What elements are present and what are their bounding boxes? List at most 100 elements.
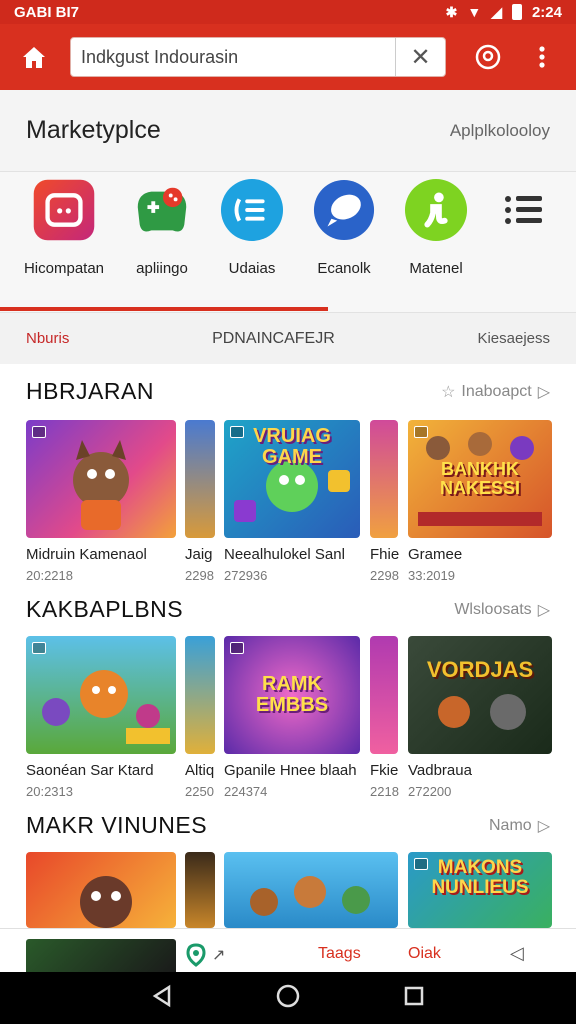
- game-meta: 2250: [185, 784, 214, 799]
- clear-search-button[interactable]: ✕: [395, 38, 445, 76]
- chevron-right-icon: ▷: [537, 384, 550, 401]
- game-tile[interactable]: VRUIAG GAME: [224, 420, 360, 538]
- category-row: Hicompatan apliingo Udaias Ecanolk Maten…: [0, 172, 576, 312]
- game-art-image: [250, 876, 370, 916]
- home-nav-button[interactable]: [275, 983, 301, 1014]
- game-tile[interactable]: [370, 636, 398, 754]
- category-selected-indicator: [0, 307, 328, 311]
- category-item-2[interactable]: apliingo: [114, 178, 210, 277]
- tab-left[interactable]: Nburis: [26, 330, 69, 347]
- game-tile[interactable]: RAMK EMBBS: [224, 636, 360, 754]
- game-tile[interactable]: BANKHK NAKESSI: [408, 420, 552, 538]
- overflow-menu-button[interactable]: [520, 35, 564, 79]
- badge-icon: [32, 642, 46, 654]
- game-art-title: MAKONS NUNLIEUS: [431, 857, 529, 898]
- status-bar: GABI BI7 ✱ ▼ ◢ 2:24: [0, 0, 576, 24]
- game-title: Gpanile Hnee blaah: [224, 762, 357, 779]
- game-tile[interactable]: [26, 852, 176, 928]
- page-title: Marketyplce: [26, 116, 161, 144]
- game-tile[interactable]: [185, 420, 215, 538]
- gamepad-icon: [130, 178, 194, 242]
- send-icon[interactable]: ↗: [212, 945, 225, 965]
- game-title: Fkie: [370, 762, 399, 779]
- bluetooth-icon: ✱: [445, 3, 458, 20]
- game-title: Fhie: [370, 546, 400, 563]
- grid-app-icon: [32, 178, 96, 242]
- search-input[interactable]: [71, 38, 395, 76]
- close-icon: ✕: [410, 43, 431, 71]
- category-item-1[interactable]: Hicompatan: [16, 178, 112, 277]
- game-title: Neealhulokel Sanl: [224, 546, 345, 563]
- info-icon: [404, 178, 468, 242]
- search-box: ✕: [70, 37, 446, 77]
- category-label: apliingo: [136, 260, 188, 277]
- game-tile[interactable]: [26, 939, 176, 973]
- game-title: Gramee: [408, 546, 463, 563]
- back-nav-button[interactable]: [151, 984, 173, 1013]
- game-tile[interactable]: [185, 852, 215, 928]
- category-label: Matenel: [409, 260, 463, 277]
- chevron-right-icon: ▷: [537, 602, 550, 619]
- marketplace-link[interactable]: Aplplkolooloy: [450, 121, 550, 141]
- section-title: MAKR VINUNES: [26, 812, 208, 838]
- status-right: ✱ ▼ ◢ 2:24: [446, 4, 562, 21]
- game-art-image: [438, 694, 526, 730]
- badge-icon: [32, 426, 46, 438]
- star-icon: ☆: [441, 384, 456, 401]
- game-tile[interactable]: VORDJAS: [408, 636, 552, 754]
- home-circle-icon: [276, 984, 300, 1007]
- home-icon: [23, 47, 45, 68]
- share-icon[interactable]: ◁: [510, 943, 524, 964]
- game-meta: 224374: [224, 784, 268, 799]
- game-art-title: VRUIAG GAME: [253, 425, 331, 468]
- recents-nav-button[interactable]: [403, 985, 425, 1012]
- game-art-title: VORDJAS: [426, 657, 534, 682]
- tab-right[interactable]: Kiesaejess: [477, 330, 550, 347]
- category-label: Udaias: [228, 260, 276, 277]
- section-see-more-link[interactable]: Namo ▷: [489, 816, 550, 836]
- category-more-button[interactable]: [476, 178, 572, 242]
- bottom-nav: ↗ Taags Oiak ◁: [0, 928, 576, 973]
- game-tile[interactable]: [26, 420, 176, 538]
- section-see-more-link[interactable]: ☆ Inaboapct ▷: [441, 382, 550, 402]
- back-icon: [152, 984, 171, 1007]
- battery-icon: [511, 4, 522, 20]
- game-title: Midruin Kamenaol: [26, 546, 147, 563]
- game-meta: 20:2313: [26, 784, 73, 799]
- section-see-more-link[interactable]: Wlsloosats ▷: [454, 600, 550, 620]
- game-tile[interactable]: MAKONS NUNLIEUS: [408, 852, 552, 928]
- home-button[interactable]: [12, 35, 56, 79]
- system-nav-bar: [0, 972, 576, 1024]
- game-title: Saonéan Sar Ktard: [26, 762, 154, 779]
- category-item-5[interactable]: Matenel: [388, 178, 484, 277]
- more-vert-icon: [539, 46, 545, 68]
- sub-tabs: Nburis PDNAINCAFEJR Kiesaejess: [0, 312, 576, 364]
- game-art-image: [73, 440, 129, 530]
- game-tile[interactable]: [370, 420, 398, 538]
- category-item-4[interactable]: Ecanolk: [296, 178, 392, 277]
- game-section-2: KAKBAPLBNS Wlsloosats ▷ RAMK EMBBS VORDJ…: [0, 596, 576, 806]
- status-left-text: GABI BI7: [14, 3, 80, 21]
- chat-bubble-icon: [312, 178, 376, 242]
- game-meta: 20:2218: [26, 568, 73, 583]
- badge-icon: [230, 642, 244, 654]
- section-title: HBRJARAN: [26, 378, 154, 404]
- game-tile[interactable]: [185, 636, 215, 754]
- account-circle-icon: [475, 44, 501, 70]
- account-button[interactable]: [466, 35, 510, 79]
- more-menu-icon: [492, 178, 556, 242]
- tab-center[interactable]: PDNAINCAFEJR: [212, 330, 335, 348]
- game-art-title: RAMK EMBBS: [255, 673, 329, 716]
- game-meta: 2218: [370, 784, 399, 799]
- category-item-3[interactable]: Udaias: [204, 178, 300, 277]
- list-app-icon: [220, 178, 284, 242]
- nav-tab-oiak[interactable]: Oiak: [408, 945, 441, 963]
- game-tile[interactable]: [26, 636, 176, 754]
- nav-tab-tags[interactable]: Taags: [318, 945, 361, 963]
- chevron-right-icon: ▷: [537, 818, 550, 835]
- game-section-1: HBRJARAN ☆ Inaboapct ▷ VRUIAG GAME BANKH…: [0, 378, 576, 588]
- game-tile[interactable]: [224, 852, 398, 928]
- game-art-image: [42, 670, 170, 744]
- location-pin-icon[interactable]: [186, 943, 206, 972]
- category-label: Ecanolk: [317, 260, 371, 277]
